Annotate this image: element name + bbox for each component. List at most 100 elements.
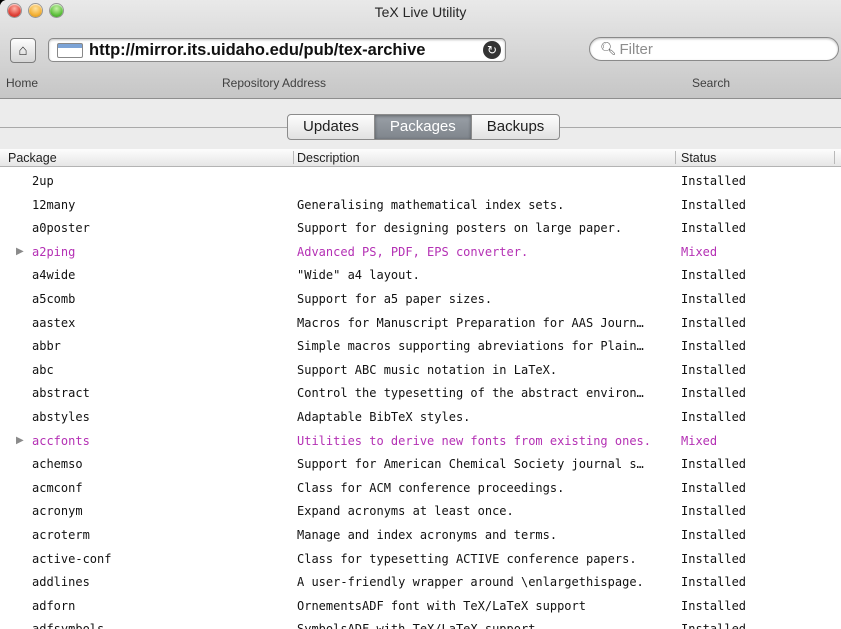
table-row[interactable]: adforn OrnementsADF font with TeX/LaTeX s…	[0, 595, 841, 619]
table-row[interactable]: abc Support ABC music notation in LaTeX. I…	[0, 359, 841, 383]
toolbar: TeX Live Utility ⌂ Home http://mirror.it…	[0, 0, 841, 99]
column-separator[interactable]	[293, 151, 294, 164]
package-description: Support for designing posters on large p…	[297, 221, 623, 236]
package-name: 12many	[32, 197, 76, 212]
table-row[interactable]: ▶ a2ping Advanced PS, PDF, EPS converter. M…	[0, 241, 841, 265]
table-row[interactable]: acroterm Manage and index acronyms and te…	[0, 524, 841, 548]
table-row[interactable]: abstract Control the typesetting of the a…	[0, 382, 841, 406]
table-row[interactable]: active-conf Class for typesetting ACTIVE …	[0, 548, 841, 572]
search-field[interactable]: 🔍︎	[589, 37, 839, 61]
home-label: Home	[6, 76, 39, 90]
column-separator[interactable]	[834, 151, 835, 164]
reload-icon[interactable]: ↻	[483, 41, 501, 59]
table-row[interactable]: 12many Generalising mathematical index se…	[0, 194, 841, 218]
column-header-status[interactable]: Status	[681, 150, 716, 166]
package-name: achemso	[32, 457, 83, 472]
table-row[interactable]: ▶ accfonts Utilities to derive new fonts f…	[0, 430, 841, 454]
package-description: OrnementsADF font with TeX/LaTeX support	[297, 598, 586, 613]
table-row[interactable]: acmconf Class for ACM conference proceedi…	[0, 477, 841, 501]
package-description: Support for American Chemical Society jo…	[297, 457, 644, 472]
window-title: TeX Live Utility	[374, 4, 467, 20]
package-name: active-conf	[32, 551, 112, 566]
package-name: a5comb	[32, 291, 76, 306]
table-row[interactable]: achemso Support for American Chemical Soc…	[0, 453, 841, 477]
package-name: acmconf	[32, 480, 83, 495]
table-row[interactable]: a4wide "Wide" a4 layout. Installed	[0, 264, 841, 288]
search-input[interactable]	[619, 40, 820, 58]
view-switcher: Updates Packages Backups	[287, 114, 561, 140]
repository-address-value[interactable]: http://mirror.its.uidaho.edu/pub/tex-arc…	[89, 41, 481, 60]
package-status: Installed	[681, 315, 747, 330]
package-description: Support for a5 paper sizes.	[297, 291, 493, 306]
repository-address-label: Repository Address	[222, 76, 327, 90]
table-row[interactable]: a0poster Support for designing posters on…	[0, 217, 841, 241]
table-row[interactable]: abbr Simple macros supporting abreviation…	[0, 335, 841, 359]
table-row[interactable]: acronym Expand acronyms at least once. Ins…	[0, 500, 841, 524]
repository-address-field[interactable]: http://mirror.its.uidaho.edu/pub/tex-arc…	[48, 38, 506, 62]
table-row[interactable]: aastex Macros for Manuscript Preparation …	[0, 312, 841, 336]
package-status: Installed	[681, 197, 747, 212]
package-status: Mixed	[681, 244, 718, 259]
package-status: Installed	[681, 362, 747, 377]
package-status: Installed	[681, 527, 747, 542]
package-status: Installed	[681, 598, 747, 613]
tab-updates[interactable]: Updates	[288, 115, 375, 139]
tab-packages[interactable]: Packages	[374, 115, 472, 139]
package-name: a0poster	[32, 221, 90, 236]
package-name: abbr	[32, 339, 61, 354]
package-status: Installed	[681, 480, 747, 495]
table-row[interactable]: adfsymbols SymbolsADF with TeX/LaTeX supp…	[0, 618, 841, 629]
table-row[interactable]: abstyles Adaptable BibTeX styles. Installe…	[0, 406, 841, 430]
package-description: Expand acronyms at least once.	[297, 504, 514, 519]
package-name: abstract	[32, 386, 90, 401]
package-description: Class for typesetting ACTIVE conference …	[297, 551, 637, 566]
package-name: a4wide	[32, 268, 76, 283]
table-body: 2up Installed 12many Generalising mathemati…	[0, 170, 841, 629]
package-description: Simple macros supporting abreviations fo…	[297, 339, 644, 354]
package-status: Installed	[681, 339, 747, 354]
package-status: Mixed	[681, 433, 718, 448]
home-button[interactable]: ⌂	[10, 38, 36, 63]
package-name: accfonts	[32, 433, 90, 448]
column-separator[interactable]	[675, 151, 676, 164]
package-name: abstyles	[32, 409, 90, 424]
package-status: Installed	[681, 457, 747, 472]
url-icon	[57, 42, 83, 58]
package-description: Macros for Manuscript Preparation for AA…	[297, 315, 644, 330]
package-status: Installed	[681, 504, 747, 519]
home-icon: ⌂	[18, 42, 28, 59]
table-row[interactable]: a5comb Support for a5 paper sizes. Install…	[0, 288, 841, 312]
package-name: addlines	[32, 575, 90, 590]
package-name: adfsymbols	[32, 622, 104, 629]
tab-backups[interactable]: Backups	[472, 115, 560, 139]
disclosure-triangle-icon[interactable]: ▶	[16, 435, 24, 446]
table-header: Package Description Status	[0, 149, 841, 167]
disclosure-triangle-icon[interactable]: ▶	[16, 246, 24, 257]
package-name: abc	[32, 362, 54, 377]
package-description: "Wide" a4 layout.	[297, 268, 420, 283]
packages-table: Package Description Status 2up Installed 1…	[0, 149, 841, 629]
column-header-description[interactable]: Description	[297, 150, 360, 166]
package-description: A user-friendly wrapper around \enlarget…	[297, 575, 644, 590]
package-status: Installed	[681, 575, 747, 590]
package-description: Manage and index acronyms and terms.	[297, 527, 558, 542]
package-description: Advanced PS, PDF, EPS converter.	[297, 244, 529, 259]
package-name: a2ping	[32, 244, 76, 259]
package-description: SymbolsADF with TeX/LaTeX support.	[297, 622, 675, 629]
package-status: Installed	[681, 551, 747, 566]
column-header-package[interactable]: Package	[8, 150, 57, 166]
package-name: acronym	[32, 504, 83, 519]
package-status: Installed	[681, 268, 747, 283]
table-row[interactable]: 2up Installed	[0, 170, 841, 194]
package-name: adforn	[32, 598, 76, 613]
table-row[interactable]: addlines A user-friendly wrapper around \…	[0, 571, 841, 595]
package-description: Support ABC music notation in LaTeX.	[297, 362, 558, 377]
search-label: Search	[692, 76, 731, 90]
package-description: Adaptable BibTeX styles.	[297, 409, 471, 424]
magnifier-icon: 🔍︎	[600, 41, 617, 56]
package-description: Class for ACM conference proceedings.	[297, 480, 565, 495]
app-window: TeX Live Utility ⌂ Home http://mirror.it…	[0, 0, 841, 629]
package-description: Control the typesetting of the abstract …	[297, 386, 644, 401]
view-switcher-bar: Updates Packages Backups	[0, 99, 841, 149]
package-status: Installed	[681, 291, 747, 306]
